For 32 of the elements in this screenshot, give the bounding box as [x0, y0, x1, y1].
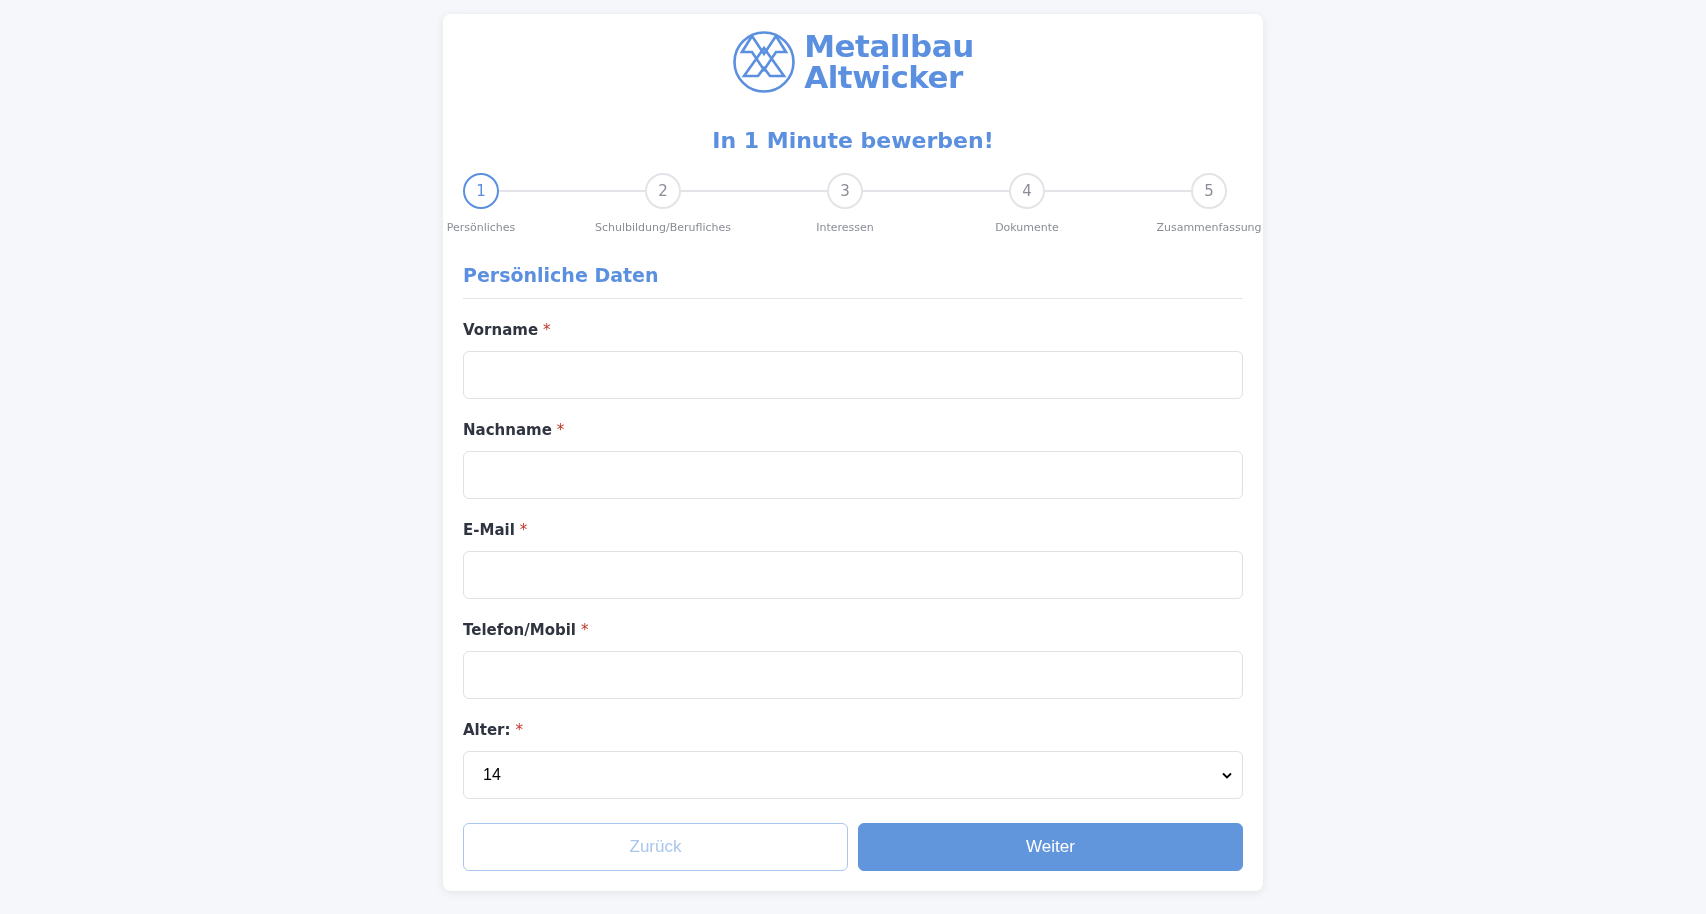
field-label: E-Mail [463, 521, 515, 539]
step-label: Persönliches [446, 221, 516, 234]
field-label: Nachname [463, 421, 552, 439]
input-field[interactable] [463, 451, 1243, 499]
step-circle[interactable]: 4 [1009, 173, 1045, 209]
required-mark: * [519, 521, 528, 539]
field-label: Alter: [463, 721, 511, 739]
required-mark: * [515, 721, 523, 739]
logo-icon [732, 30, 797, 94]
input-field[interactable] [463, 551, 1243, 599]
next-button[interactable]: Weiter [858, 823, 1243, 871]
required-mark: * [580, 621, 589, 639]
input-field[interactable] [463, 351, 1243, 399]
field-label: Vorname [463, 321, 539, 339]
required-mark: * [543, 321, 551, 339]
logo-text: Metallbau [804, 31, 974, 62]
step-circle[interactable]: 5 [1191, 173, 1227, 209]
required-mark: * [556, 421, 565, 439]
step-circle[interactable]: 2 [645, 173, 681, 209]
input-field[interactable] [463, 651, 1243, 699]
step-circle[interactable]: 3 [827, 173, 863, 209]
step-label: Zusammenfassung [1156, 221, 1262, 234]
chevron-down-icon [1222, 771, 1232, 779]
step-label: Schulbildung/Berufliches [594, 221, 732, 234]
step-label: Interessen [816, 221, 874, 234]
logo-text: Altwicker [804, 62, 965, 93]
section-heading: Persönliche Daten [463, 264, 1243, 299]
select-field[interactable]: 14 [463, 751, 1243, 799]
step-circle[interactable]: 1 [463, 173, 499, 209]
field-label: Telefon/Mobil [463, 621, 576, 639]
form-title: In 1 Minute bewerben! [711, 128, 995, 153]
step-label: Dokumente [995, 221, 1059, 234]
